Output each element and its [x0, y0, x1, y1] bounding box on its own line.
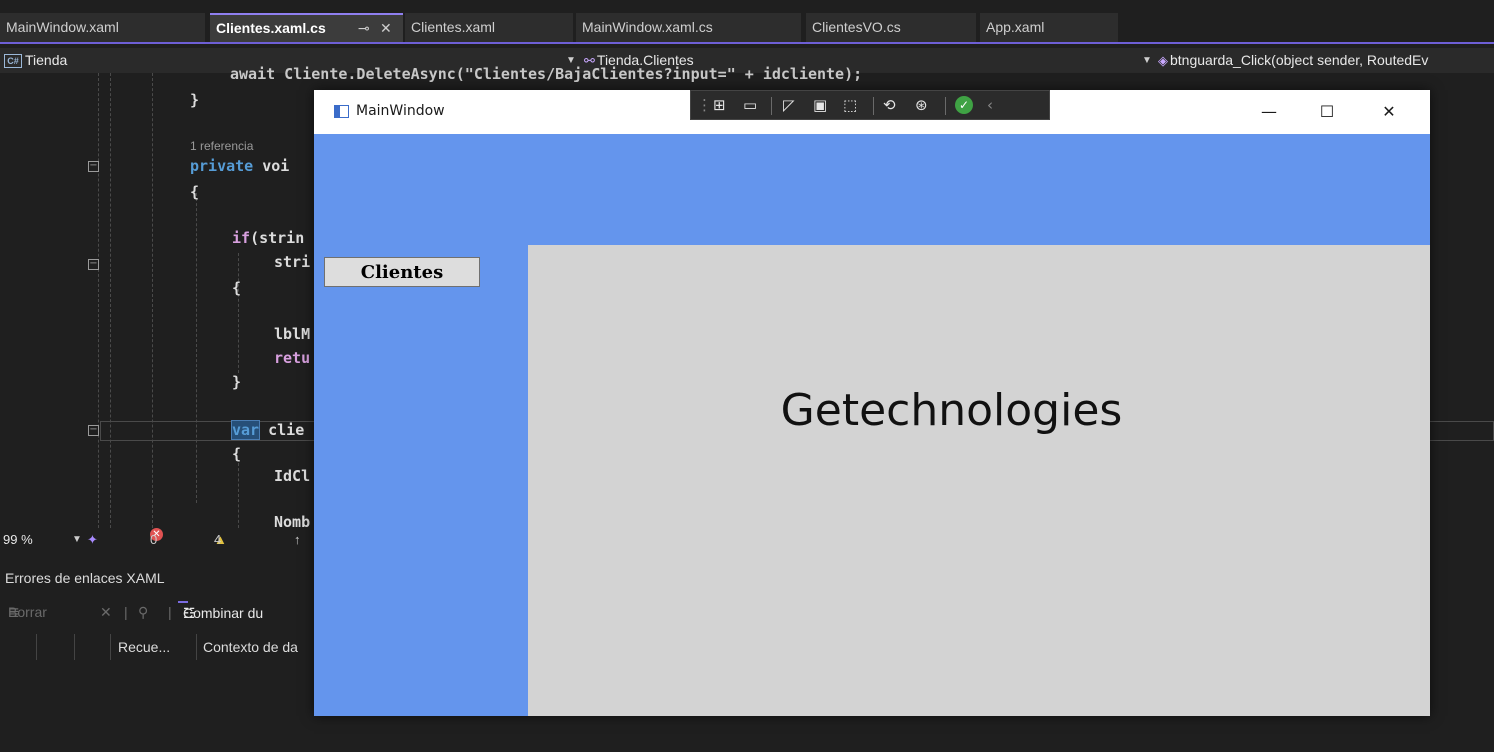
column-separator — [110, 634, 111, 660]
accessibility-icon[interactable]: ⊛ — [915, 91, 928, 119]
separator: | — [168, 604, 172, 620]
structure-guide — [196, 193, 197, 503]
tab-label: Clientes.xaml.cs — [216, 20, 326, 36]
collapse-icon[interactable]: − — [88, 425, 99, 436]
tab-app-xaml[interactable]: App.xaml — [980, 13, 1118, 42]
structure-guide — [238, 253, 239, 373]
grid-header: Recue... Contexto de da — [0, 634, 320, 660]
code-text: voi — [253, 157, 290, 175]
document-tab-bar: MainWindow.xaml Clientes.xaml.cs ⊸ ✕ Cli… — [0, 0, 1494, 44]
clear-label: Borrar — [8, 604, 47, 620]
error-count: 0 — [150, 532, 158, 547]
tab-clientesvo-cs[interactable]: ClientesVO.cs — [806, 13, 976, 42]
filter-icon[interactable]: ⚲ — [138, 598, 148, 626]
structure-guide — [152, 73, 153, 528]
live-visual-tree-icon[interactable]: ⊞ — [713, 91, 726, 119]
tab-mainwindow-xaml[interactable]: MainWindow.xaml — [0, 13, 205, 42]
running-app-window: MainWindow — ☐ ✕ Clientes Getechnologies — [314, 90, 1430, 716]
code-line: } — [232, 373, 242, 391]
collapse-icon[interactable]: − — [88, 161, 99, 172]
separator — [873, 97, 874, 115]
keyword: if — [232, 229, 251, 247]
window-title: MainWindow — [356, 103, 445, 119]
column-separator — [36, 634, 37, 660]
tab-mainwindow-xaml-cs[interactable]: MainWindow.xaml.cs — [576, 13, 801, 42]
checkmark-icon: ✓ — [955, 96, 973, 114]
tab-label: ClientesVO.cs — [812, 19, 901, 35]
collapse-toolbar-icon[interactable]: ‹ — [987, 91, 993, 119]
column-header-count[interactable]: Recue... — [118, 634, 170, 660]
tab-clientes-xaml[interactable]: Clientes.xaml — [405, 13, 573, 42]
collapse-icon[interactable]: − — [88, 259, 99, 270]
warning-count: 4 — [214, 532, 222, 547]
close-icon[interactable]: ✕ — [380, 15, 392, 42]
window-client-area: Clientes Getechnologies — [314, 134, 1430, 716]
combine-label: Combinar du — [183, 605, 264, 621]
close-icon[interactable]: ✕ — [100, 598, 112, 626]
select-element-icon[interactable]: ◸ — [783, 91, 795, 119]
clientes-button[interactable]: Clientes — [324, 257, 480, 287]
code-line: var clie — [230, 420, 305, 440]
tab-label: Clientes.xaml — [411, 19, 496, 35]
csharp-project-icon: C# — [4, 54, 22, 69]
tab-clientes-xaml-cs[interactable]: Clientes.xaml.cs ⊸ ✕ — [210, 13, 403, 42]
maximize-button[interactable]: ☐ — [1304, 90, 1350, 134]
member-name: btnguarda_Click(object sender, RoutedEv — [1170, 52, 1429, 68]
code-text: clie — [259, 421, 305, 439]
panel-title: Errores de enlaces XAML — [5, 570, 165, 586]
separator — [771, 97, 772, 115]
panel-toolbar: ≣ Borrar ✕ | ⚲ | ☷ Combinar du — [0, 598, 320, 626]
track-focus-icon[interactable]: ⬚ — [843, 91, 857, 119]
close-button[interactable]: ✕ — [1366, 90, 1412, 134]
code-line: Nomb — [274, 513, 311, 528]
code-text: (strin — [250, 229, 305, 247]
column-separator — [196, 634, 197, 660]
separator: | — [124, 604, 128, 620]
structure-guide — [98, 73, 99, 528]
tab-label: MainWindow.xaml — [6, 19, 119, 35]
combine-duplicates-button[interactable]: ☷ Combinar du — [178, 601, 263, 621]
tab-label: App.xaml — [986, 19, 1045, 35]
tab-label: MainWindow.xaml.cs — [582, 19, 713, 35]
zoom-level[interactable]: 99 % — [3, 528, 33, 552]
column-header-context[interactable]: Contexto de da — [203, 634, 298, 660]
column-separator — [74, 634, 75, 660]
camera-icon[interactable]: ▭ — [743, 91, 757, 119]
code-line: { — [190, 183, 200, 201]
code-line: retu — [274, 349, 311, 367]
intellicode-icon[interactable]: ✦ — [87, 528, 98, 552]
code-line: { — [232, 445, 242, 463]
method-icon: ◈ — [1158, 53, 1168, 68]
drag-handle[interactable]: ⋮ — [697, 91, 712, 119]
minimize-button[interactable]: — — [1246, 90, 1292, 134]
keyword: var — [230, 420, 261, 440]
xaml-runtime-toolbar: ⋮ ⊞ ▭ ◸ ▣ ⬚ ⟲ ⊛ ✓ ‹ — [690, 90, 1050, 120]
codelens-references[interactable]: 1 referencia — [190, 139, 253, 153]
code-line: { — [232, 279, 242, 297]
code-line: private voi — [190, 157, 289, 175]
chevron-down-icon[interactable]: ▼ — [72, 528, 82, 552]
separator — [945, 97, 946, 115]
pin-icon[interactable]: ⊸ — [358, 15, 370, 42]
content-frame: Getechnologies — [528, 245, 1430, 716]
code-line: stri — [274, 253, 311, 271]
brand-text: Getechnologies — [780, 385, 1123, 436]
code-line: if(strin — [232, 229, 304, 247]
code-line: IdCl — [274, 467, 311, 485]
member-dropdown[interactable]: ◈ btnguarda_Click(object sender, RoutedEv — [1158, 48, 1494, 73]
layout-adorners-icon[interactable]: ▣ — [813, 91, 827, 119]
code-line: await Cliente.DeleteAsync("Clientes/Baja… — [230, 65, 863, 83]
project-name: Tienda — [25, 52, 68, 68]
chevron-down-icon[interactable]: ▼ — [1142, 48, 1152, 73]
arrow-up-icon[interactable]: ↑ — [294, 528, 301, 552]
keyword: private — [190, 157, 254, 175]
structure-guide — [110, 73, 111, 528]
tab-accent-line — [0, 42, 1494, 44]
app-window-icon — [334, 105, 349, 118]
code-line: } — [190, 91, 200, 109]
structure-guide — [238, 463, 239, 528]
code-line: lblM — [274, 325, 311, 343]
hot-reload-icon[interactable]: ⟲ — [883, 91, 896, 119]
